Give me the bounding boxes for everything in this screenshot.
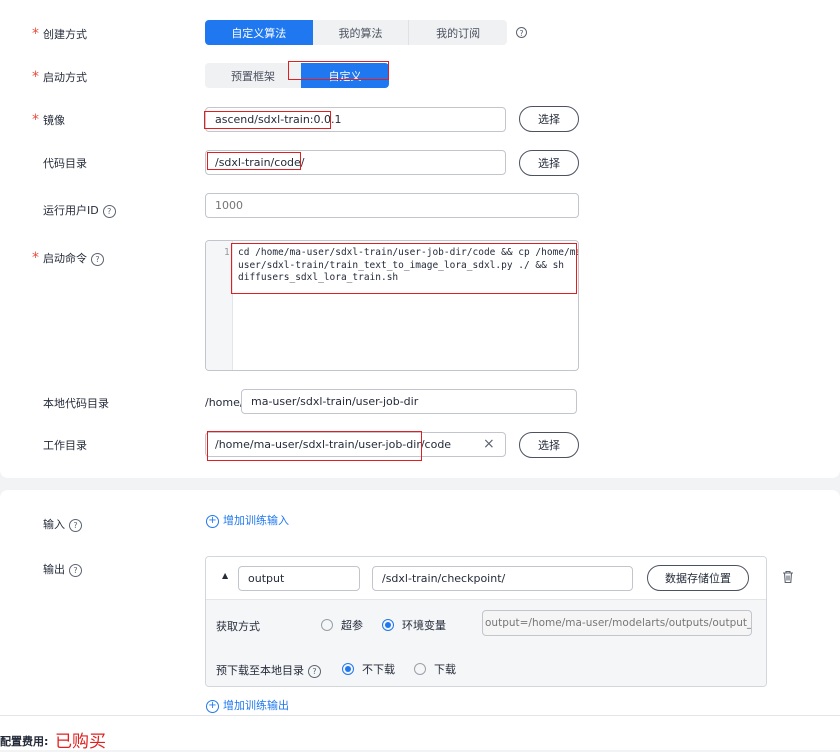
work-dir-label: 工作目录 (43, 439, 87, 452)
radio-selected-icon (382, 619, 394, 631)
plus-circle-icon: + (206, 699, 219, 713)
code-dir-label: 代码目录 (43, 157, 87, 170)
boot-command-label-text: 启动命令 (43, 252, 87, 265)
collapse-caret-icon[interactable]: ▲ (222, 571, 228, 580)
fetch-option-env-label: 环境变量 (402, 619, 446, 632)
fetch-option-hyperparam-label: 超参 (341, 619, 363, 632)
annotation-box (204, 111, 331, 129)
required-mark: * (32, 112, 39, 128)
annotation-box (207, 431, 422, 461)
work-dir-select-button[interactable]: 选择 (519, 432, 579, 458)
output-name-input[interactable]: output (238, 566, 360, 591)
fetch-option-env[interactable]: 环境变量 (382, 617, 446, 633)
local-code-dir-prefix: /home/ (205, 396, 244, 409)
image-select-button[interactable]: 选择 (519, 106, 579, 132)
local-code-dir-input[interactable]: ma-user/sdxl-train/user-job-dir (241, 389, 577, 414)
run-user-id-label-text: 运行用户ID (43, 204, 99, 217)
code-dir-select-button[interactable]: 选择 (519, 150, 579, 176)
predownload-help-icon[interactable]: ? (308, 664, 321, 678)
annotation-box (288, 61, 389, 80)
clear-icon[interactable]: × (483, 437, 495, 451)
output-path-input[interactable]: /sdxl-train/checkpoint/ (372, 566, 633, 591)
boot-command-help-icon[interactable]: ? (91, 252, 104, 266)
create-method-my-algorithm[interactable]: 我的算法 (312, 20, 410, 45)
input-label: 输入? (43, 516, 82, 532)
plus-circle-icon: + (206, 514, 219, 528)
create-method-my-subscription[interactable]: 我的订阅 (409, 20, 507, 45)
env-value-input: output=/home/ma-user/modelarts/outputs/o… (482, 610, 752, 636)
fetch-method-label: 获取方式 (216, 620, 260, 633)
radio-icon (414, 663, 426, 675)
predownload-option-yes[interactable]: 下载 (414, 661, 456, 677)
output-label: 输出? (43, 561, 82, 577)
required-mark: * (32, 69, 39, 85)
create-method-custom-algorithm[interactable]: 自定义算法 (205, 20, 313, 45)
boot-method-label: 启动方式 (43, 71, 87, 84)
annotation-box (207, 152, 301, 170)
run-user-id-help-icon[interactable]: ? (102, 204, 116, 218)
add-train-input-text: 增加训练输入 (223, 514, 289, 527)
input-label-text: 输入 (43, 518, 65, 531)
output-card: ▲ output /sdxl-train/checkpoint/ 数据存储位置 … (205, 556, 767, 687)
footer-bar (0, 715, 840, 750)
line-number: 1 (224, 247, 230, 258)
config-cost-label: 配置费用: (0, 735, 49, 748)
create-method-label: 创建方式 (43, 28, 87, 41)
predownload-label: 预下载至本地目录? (216, 662, 321, 678)
required-mark: * (32, 26, 39, 42)
input-help-icon[interactable]: ? (69, 518, 82, 532)
annotation-box (231, 243, 577, 294)
predownload-label-text: 预下载至本地目录 (216, 664, 304, 677)
add-train-output-text: 增加训练输出 (223, 699, 289, 712)
required-mark: * (32, 250, 39, 266)
create-method-help-icon[interactable]: ? (516, 27, 527, 38)
image-label: 镜像 (43, 114, 65, 127)
create-method-segment: 自定义算法 我的算法 我的订阅 (205, 20, 507, 45)
local-code-dir-label: 本地代码目录 (43, 397, 109, 410)
add-train-input-link[interactable]: + 增加训练输入 (206, 512, 289, 528)
run-user-id-label: 运行用户ID? (43, 202, 116, 218)
predownload-option-no[interactable]: 不下载 (342, 661, 395, 677)
boot-command-label: 启动命令? (43, 250, 104, 266)
boot-method-preset-framework[interactable]: 预置框架 (205, 63, 301, 88)
output-help-icon[interactable]: ? (69, 563, 82, 577)
predownload-option-no-label: 不下载 (362, 663, 395, 676)
add-train-output-link[interactable]: + 增加训练输出 (206, 697, 289, 713)
output-label-text: 输出 (43, 563, 65, 576)
delete-trash-icon[interactable] (781, 570, 795, 584)
predownload-option-yes-label: 下载 (434, 663, 456, 676)
config-cost-value: 已购买 (55, 732, 106, 752)
run-user-id-input[interactable] (205, 193, 579, 218)
fetch-option-hyperparam[interactable]: 超参 (321, 617, 363, 633)
line-number-gutter (206, 241, 233, 370)
data-storage-location-button[interactable]: 数据存储位置 (647, 565, 749, 591)
radio-selected-icon (342, 663, 354, 675)
radio-icon (321, 619, 333, 631)
